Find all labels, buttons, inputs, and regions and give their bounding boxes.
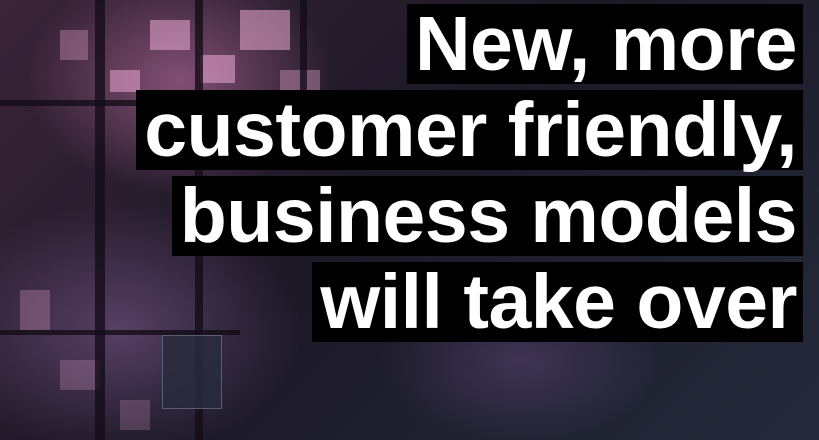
headline-line-3-text: business models [171, 176, 803, 256]
headline-line-4-text: will take over [312, 262, 803, 342]
headline-line-4: will take over [136, 262, 803, 342]
headline-line-3: business models [136, 176, 803, 256]
headline-line-2: customer friendly, [136, 90, 803, 170]
headline-line-2-text: customer friendly, [136, 90, 803, 170]
headline-line-1: New, more [136, 4, 803, 84]
headline: New, more customer friendly, business mo… [136, 4, 803, 348]
headline-line-1-text: New, more [406, 4, 803, 84]
